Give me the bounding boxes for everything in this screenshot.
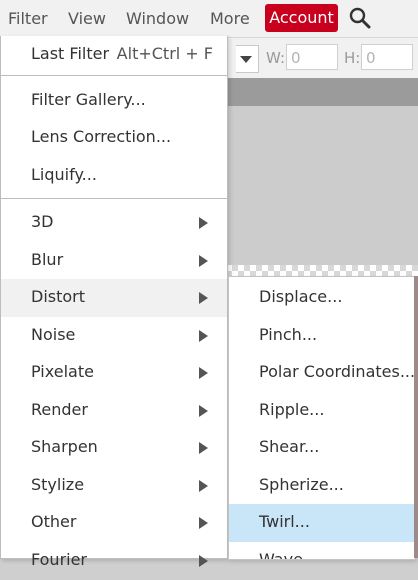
menu-item-label: Other [31, 512, 77, 531]
submenu-item-wave[interactable]: Wave... [229, 542, 415, 560]
chevron-right-icon [199, 217, 208, 229]
chevron-right-icon [199, 292, 208, 304]
menu-item-lens-correction[interactable]: Lens Correction... [1, 119, 227, 157]
chevron-right-icon [199, 367, 208, 379]
submenu-item-label: Pinch... [259, 325, 318, 344]
distort-submenu: Displace... Pinch... Polar Coordinates..… [228, 276, 415, 560]
menu-more[interactable]: More [210, 0, 250, 37]
menu-item-label: Noise [31, 325, 76, 344]
submenu-item-spherize[interactable]: Spherize... [229, 467, 415, 505]
menu-item-label: Pixelate [31, 362, 94, 381]
menu-item-label: Blur [31, 250, 64, 269]
menu-item-pixelate[interactable]: Pixelate [1, 354, 227, 392]
menu-item-last-filter[interactable]: Last Filter Alt+Ctrl + F [1, 36, 227, 74]
submenu-item-label: Ripple... [259, 400, 325, 419]
menu-view[interactable]: View [68, 0, 106, 37]
submenu-item-label: Wave... [259, 550, 319, 560]
submenu-item-pinch[interactable]: Pinch... [229, 317, 415, 355]
width-input[interactable]: 0 [286, 44, 338, 70]
menu-item-liquify[interactable]: Liquify... [1, 157, 227, 195]
submenu-item-twirl[interactable]: Twirl... [229, 504, 415, 542]
submenu-item-shear[interactable]: Shear... [229, 429, 415, 467]
menu-item-distort[interactable]: Distort [1, 279, 227, 317]
menu-window[interactable]: Window [126, 0, 189, 37]
menu-item-3d[interactable]: 3D [1, 204, 227, 242]
submenu-item-label: Spherize... [259, 475, 344, 494]
account-button[interactable]: Account [265, 4, 338, 32]
menubar: Filter View Window More Account [0, 0, 418, 38]
submenu-item-label: Polar Coordinates... [259, 362, 415, 381]
menu-item-render[interactable]: Render [1, 392, 227, 430]
menu-item-label: Render [31, 400, 88, 419]
menu-item-label: Stylize [31, 475, 85, 494]
menu-item-filter-gallery[interactable]: Filter Gallery... [1, 82, 227, 120]
submenu-item-label: Displace... [259, 287, 343, 306]
menu-item-stylize[interactable]: Stylize [1, 467, 227, 505]
menu-item-noise[interactable]: Noise [1, 317, 227, 355]
menu-item-label: Fourier [31, 550, 88, 569]
chevron-right-icon [199, 517, 208, 529]
filter-dropdown-menu: Last Filter Alt+Ctrl + F Filter Gallery.… [0, 36, 228, 569]
menu-item-label: Sharpen [31, 437, 98, 456]
menu-divider [1, 75, 227, 76]
menu-item-label: Lens Correction... [31, 127, 172, 146]
chevron-right-icon [199, 255, 208, 267]
chevron-right-icon [199, 442, 208, 454]
chevron-right-icon [199, 330, 208, 342]
submenu-item-label: Twirl... [259, 512, 310, 531]
width-label: W: [266, 49, 286, 67]
menu-filter[interactable]: Filter [8, 0, 48, 37]
chevron-right-icon [199, 405, 208, 417]
submenu-item-polar-coordinates[interactable]: Polar Coordinates... [229, 354, 415, 392]
menu-item-fourier[interactable]: Fourier [1, 542, 227, 580]
menu-item-label: Filter Gallery... [31, 90, 146, 109]
canvas-edge [414, 276, 418, 558]
height-label: H: [344, 49, 361, 67]
menu-item-label: 3D [31, 212, 54, 231]
height-input[interactable]: 0 [361, 44, 413, 70]
chevron-down-icon [240, 56, 252, 63]
menu-item-label: Distort [31, 287, 86, 306]
search-icon[interactable] [348, 6, 372, 30]
chevron-right-icon [199, 555, 208, 567]
menu-item-other[interactable]: Other [1, 504, 227, 542]
menu-item-sharpen[interactable]: Sharpen [1, 429, 227, 467]
submenu-item-ripple[interactable]: Ripple... [229, 392, 415, 430]
menu-item-blur[interactable]: Blur [1, 242, 227, 280]
options-dropdown[interactable] [236, 45, 259, 73]
menu-item-label: Last Filter [31, 44, 110, 63]
menu-item-label: Liquify... [31, 165, 97, 184]
submenu-item-label: Shear... [259, 437, 320, 456]
chevron-right-icon [199, 480, 208, 492]
shortcut-label: Alt+Ctrl + F [116, 44, 213, 63]
submenu-item-displace[interactable]: Displace... [229, 279, 415, 317]
menu-divider [1, 198, 227, 199]
